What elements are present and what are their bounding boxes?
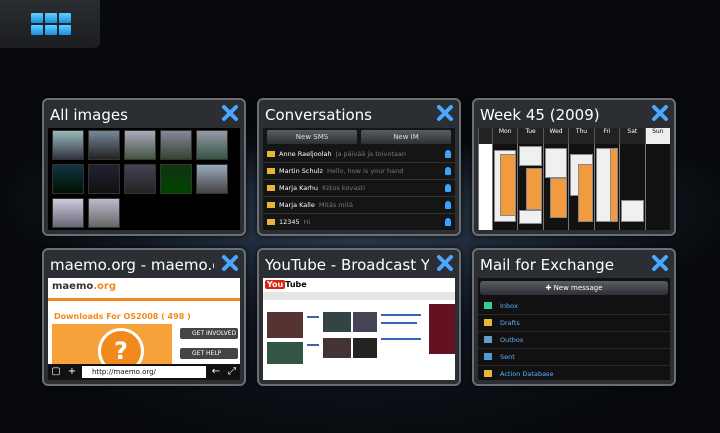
close-icon[interactable] — [221, 254, 239, 272]
new-im-button: New IM — [361, 130, 451, 144]
sent-icon — [484, 353, 492, 360]
window-card-all-images[interactable]: All images — [42, 98, 246, 236]
close-icon[interactable] — [436, 254, 454, 272]
url-field: http://maemo.org/ — [82, 366, 206, 378]
page-heading: Downloads For OS2008 ( 498 ) — [54, 312, 191, 321]
window-card-calendar[interactable]: Week 45 (2009) Mon Tue Wed Thu Fri Sat Sun — [472, 98, 676, 236]
card-title: All images — [50, 106, 128, 124]
list-item: Inbox — [478, 298, 670, 315]
new-message-button: ✚ New message — [480, 281, 668, 295]
list-item: Marja Kalle Mitäs mitä — [263, 197, 455, 214]
list-item: Marja Karhu Kiitos kovasti — [263, 180, 455, 197]
outbox-icon — [484, 336, 492, 343]
window-thumbnail: Mon Tue Wed Thu Fri Sat Sun — [478, 128, 670, 230]
window-card-mail[interactable]: Mail for Exchange ✚ New message Inbox Dr… — [472, 248, 676, 386]
maemo-logo: maemo.org — [52, 281, 117, 292]
card-title: YouTube - Broadcast Yourself — [265, 256, 429, 274]
window-thumbnail — [48, 128, 240, 230]
fullscreen-icon: ⤢ — [228, 366, 236, 377]
card-title: Conversations — [265, 106, 372, 124]
list-item: Anne Raeljoolah Ja päivää ja toivotaan — [263, 146, 455, 163]
app-grid-icon — [31, 13, 71, 35]
list-item: Drafts — [478, 315, 670, 332]
window-card-conversations[interactable]: Conversations New SMS New IM Anne Raeljo… — [257, 98, 461, 236]
back-arrow-icon: ← — [211, 366, 221, 377]
browser-toolbar: ▢ + http://maemo.org/ ← ⤢ — [48, 364, 240, 380]
list-item: Action Database — [478, 366, 670, 380]
window-card-maemo[interactable]: maemo.org - maemo.org maemo.org Download… — [42, 248, 246, 386]
plus-icon: + — [67, 366, 77, 377]
get-help-button: GET HELP — [180, 348, 238, 359]
new-sms-button: New SMS — [267, 130, 357, 144]
window-icon: ▢ — [51, 366, 61, 377]
window-thumbnail: New SMS New IM Anne Raeljoolah Ja päivää … — [263, 128, 455, 230]
list-item: Sent — [478, 349, 670, 366]
close-icon[interactable] — [436, 104, 454, 122]
list-item: Martin Schulz Hello, how is your hand — [263, 163, 455, 180]
list-item: 12345 Hi — [263, 214, 455, 230]
card-title: Mail for Exchange — [480, 256, 614, 274]
close-icon[interactable] — [221, 104, 239, 122]
task-switcher-button[interactable] — [0, 0, 100, 48]
inbox-icon — [484, 302, 492, 309]
window-card-youtube[interactable]: YouTube - Broadcast Yourself YouTube — [257, 248, 461, 386]
close-icon[interactable] — [651, 104, 669, 122]
get-involved-button: GET INVOLVED — [180, 328, 238, 339]
list-item: Outbox — [478, 332, 670, 349]
folder-icon — [484, 370, 492, 377]
window-thumbnail: You Tube — [263, 278, 455, 380]
folder-icon — [484, 319, 492, 326]
youtube-logo: You Tube — [265, 280, 307, 289]
card-title: maemo.org - maemo.org — [50, 256, 214, 274]
close-icon[interactable] — [651, 254, 669, 272]
window-thumbnail: maemo.org Downloads For OS2008 ( 498 ) ?… — [48, 278, 240, 380]
window-thumbnail: ✚ New message Inbox Drafts Outbox Sent A… — [478, 278, 670, 380]
card-title: Week 45 (2009) — [480, 106, 600, 124]
